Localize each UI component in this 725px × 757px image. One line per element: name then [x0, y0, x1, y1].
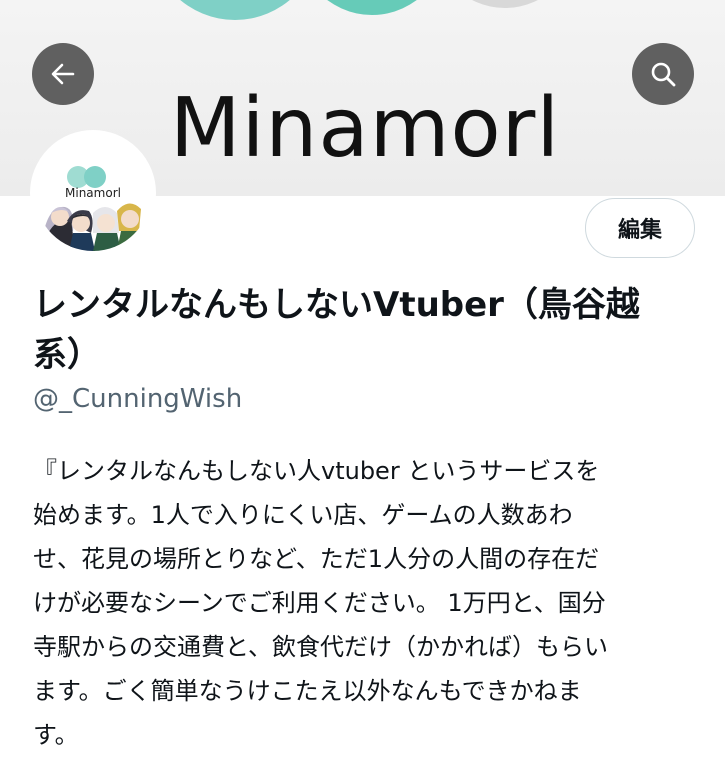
banner-logo-text: Minamorl	[169, 81, 561, 176]
profile-display-name: レンタルなんもしないVtuber（鳥谷越 系）	[33, 285, 640, 375]
search-icon	[651, 62, 676, 87]
profile-bio: 『レンタルなんもしない人vtuber というサービスを 始めます。1人で入りにく…	[33, 457, 609, 749]
avatar-logo-text: Minamorl	[65, 186, 121, 200]
banner-decoration-circle	[150, 0, 320, 20]
arrow-left-icon	[51, 63, 75, 85]
banner-decoration-circle	[292, 0, 452, 15]
back-button[interactable]	[32, 43, 94, 105]
avatar[interactable]: Minamorl	[30, 130, 156, 256]
avatar-artwork: Minamorl	[35, 135, 151, 251]
edit-profile-button[interactable]: 編集	[585, 198, 695, 258]
search-button[interactable]	[632, 43, 694, 105]
profile-handle: @_CunningWish	[33, 384, 243, 414]
banner-decoration-circle	[430, 0, 580, 8]
